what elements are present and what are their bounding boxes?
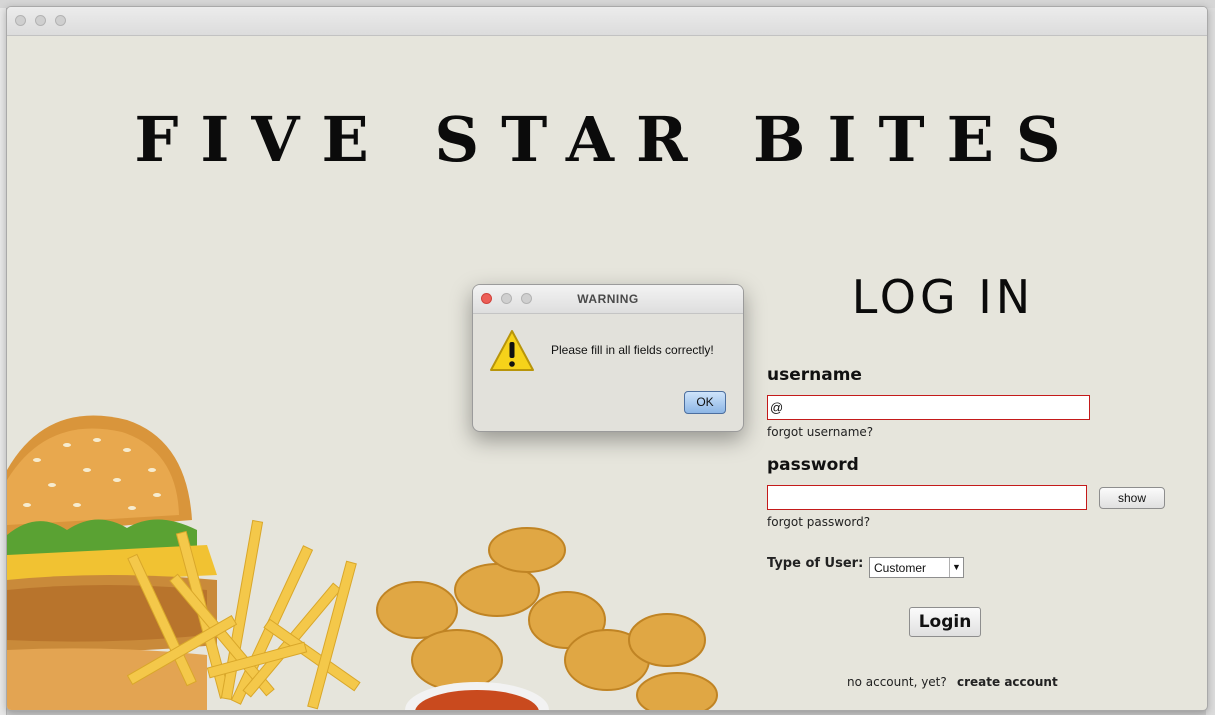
dialog-titlebar[interactable]: WARNING: [473, 285, 743, 314]
close-window-button[interactable]: [15, 15, 26, 26]
zoom-window-button[interactable]: [55, 15, 66, 26]
username-label: username: [767, 365, 862, 385]
user-type-select[interactable]: Customer ▼: [869, 557, 964, 578]
password-label: password: [767, 455, 859, 475]
forgot-password-link[interactable]: forgot password?: [767, 515, 870, 529]
dialog-message: Please fill in all fields correctly!: [551, 343, 714, 357]
warning-dialog: WARNING Please fill in all fields correc…: [472, 284, 744, 432]
warning-icon: [490, 330, 534, 371]
no-account-text: no account, yet?: [847, 675, 947, 689]
chevron-down-icon: ▼: [949, 558, 963, 577]
password-input[interactable]: [767, 485, 1087, 510]
create-account-link[interactable]: create account: [957, 675, 1058, 689]
username-input[interactable]: @: [767, 395, 1090, 420]
login-heading: LOG IN: [851, 270, 1035, 324]
dialog-title: WARNING: [577, 292, 639, 306]
login-button[interactable]: Login: [909, 607, 981, 637]
brand-title: FIVE STAR BITES: [134, 103, 1083, 176]
food-image: [7, 415, 718, 710]
forgot-username-link[interactable]: forgot username?: [767, 425, 873, 439]
user-type-label: Type of User:: [767, 556, 864, 571]
user-type-selected: Customer: [874, 561, 927, 575]
window-titlebar[interactable]: [7, 7, 1207, 36]
minimize-window-button[interactable]: [35, 15, 46, 26]
ok-button[interactable]: OK: [684, 391, 726, 414]
show-password-button[interactable]: show: [1099, 487, 1165, 509]
login-window: FIVE STAR BITES LOG IN username @ forgot…: [6, 6, 1208, 711]
